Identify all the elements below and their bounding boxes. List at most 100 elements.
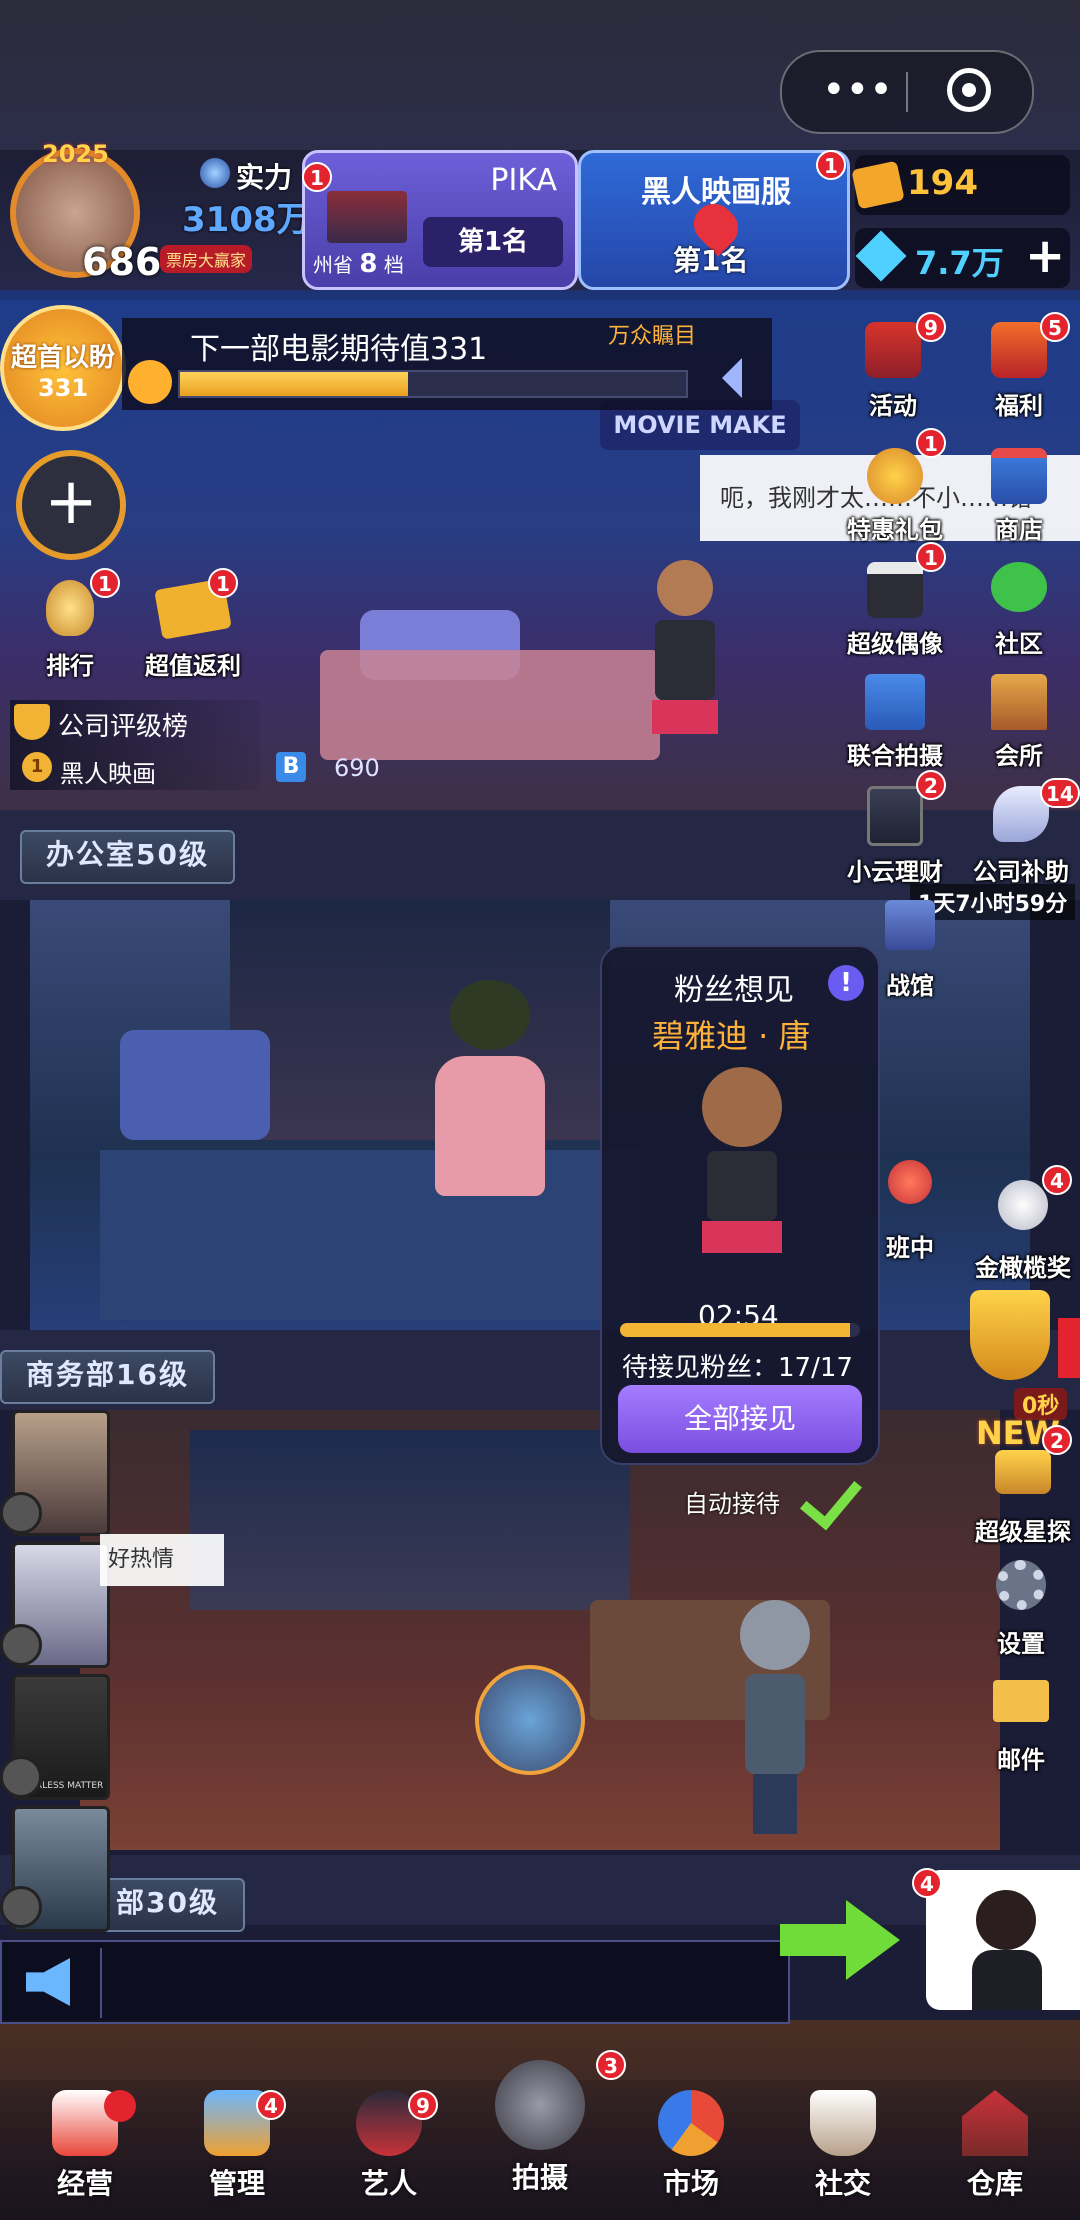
nav-shoot[interactable]: 拍摄 <box>485 2060 595 2220</box>
diamond-count: 7.7万 <box>915 244 1004 282</box>
ticket-count: 194 <box>907 163 978 203</box>
power-value: 3108万 <box>182 200 311 240</box>
fan-popup-title: 粉丝想见 <box>674 973 794 1008</box>
shop-button[interactable]: 商店 <box>976 448 1062 548</box>
miniapp-capsule[interactable]: ••• <box>780 50 1034 134</box>
office-level-label: 办公室50级 <box>20 830 235 884</box>
battle-hall-button[interactable]: 战馆 <box>870 900 950 1010</box>
super-idol-button[interactable]: 超级偶像 <box>840 562 950 662</box>
welfare-label: 福利 <box>995 392 1043 420</box>
super-idol-badge: 1 <box>916 542 946 572</box>
community-button[interactable]: 社区 <box>976 562 1062 662</box>
finance-label: 小云理财 <box>847 858 943 886</box>
welfare-badge: 5 <box>1040 312 1070 342</box>
golden-olive-label: 金橄榄奖 <box>975 1254 1071 1282</box>
nav-manage-label: 管理 <box>208 2167 265 2200</box>
add-diamond-button[interactable]: + <box>1025 228 1065 284</box>
city-skyline-icon <box>327 191 407 243</box>
tier-suffix: 档 <box>383 253 404 277</box>
expectation-circle[interactable]: 超首以盼 331 <box>0 305 126 431</box>
announcement-divider <box>100 1948 102 2018</box>
business-level-label: 商务部16级 <box>0 1350 215 1404</box>
secretary-portrait[interactable] <box>926 1870 1080 2010</box>
fan-info-icon[interactable]: ! <box>828 965 864 1001</box>
company-rank-panel[interactable]: 公司评级榜 1 黑人映画 <box>10 700 260 790</box>
close-miniapp-icon[interactable] <box>947 68 991 112</box>
rank-card-pika-rank: 第1名 <box>423 217 563 267</box>
battle-hall-label: 战馆 <box>886 972 934 1000</box>
rank-card-server[interactable]: 黑人映画服 第1名 <box>578 150 850 290</box>
diamond-currency[interactable]: 7.7万 + <box>855 228 1070 288</box>
film-board-icon <box>865 674 925 730</box>
finance-button[interactable]: 小云理财 <box>840 786 950 886</box>
club-label: 会所 <box>995 742 1043 770</box>
expectation-marker-icon <box>722 358 742 398</box>
expectation-fill <box>180 372 408 396</box>
shop-icon <box>991 448 1047 504</box>
studio-windows <box>190 1430 630 1610</box>
star-scout-badge: 2 <box>1042 1425 1072 1455</box>
fan-name: 碧雅迪 · 唐 <box>652 1017 811 1055</box>
safe-icon <box>867 786 923 846</box>
class-label: 班中 <box>886 1234 934 1262</box>
nav-artists-badge: 9 <box>408 2090 438 2120</box>
gold-trophy-icon <box>970 1290 1050 1380</box>
auto-receive-label: 自动接待 <box>684 1490 780 1518</box>
company-rank-first: 黑人映画 <box>60 760 156 788</box>
player-level: 686 <box>82 240 162 284</box>
trophy-icon <box>14 704 50 740</box>
subsidy-label: 公司补助 <box>973 858 1069 886</box>
golden-olive-button[interactable]: 金橄榄奖 <box>966 1180 1080 1282</box>
joint-shoot-button[interactable]: 联合拍摄 <box>840 674 950 774</box>
flower-bouquet-icon <box>888 1160 932 1204</box>
settings-button[interactable]: 设置 <box>976 1560 1066 1660</box>
super-idol-label: 超级偶像 <box>847 630 943 658</box>
nav-warehouse[interactable]: 仓库 <box>940 2090 1050 2210</box>
couple-characters[interactable] <box>420 980 560 1210</box>
class-button[interactable]: 班中 <box>870 1160 950 1270</box>
ticket-currency[interactable]: 194 <box>851 155 1070 215</box>
star-scout-label: 超级星探 <box>975 1518 1071 1546</box>
pie-chart-icon <box>658 2090 724 2156</box>
girl-character[interactable] <box>650 560 720 770</box>
diamond-icon <box>855 230 907 282</box>
rebate-badge: 1 <box>208 568 238 598</box>
battle-hall-icon <box>885 900 935 950</box>
nav-social[interactable]: 社交 <box>788 2090 898 2210</box>
region-tier: 州省 8 档 <box>313 249 404 279</box>
special-pack-label: 特惠礼包 <box>847 516 943 544</box>
golden-olive-badge: 4 <box>1042 1165 1072 1195</box>
film-reel-icon <box>0 1886 42 1928</box>
mail-button[interactable]: 邮件 <box>976 1676 1066 1776</box>
fan-portrait <box>682 1067 802 1267</box>
special-pack-badge: 1 <box>916 428 946 458</box>
power-label: 实力 <box>236 161 293 194</box>
gray-hair-character[interactable] <box>730 1600 820 1850</box>
rebate-button[interactable]: 超值返利 <box>128 578 258 690</box>
auto-receive-checkbox[interactable] <box>794 1465 863 1531</box>
rebate-label: 超值返利 <box>145 652 241 680</box>
film-reel-icon <box>0 1624 42 1666</box>
star-scout-icon <box>995 1450 1051 1494</box>
secretary-badge: 4 <box>912 1868 942 1898</box>
rank-card-pika[interactable]: PIKA 州省 8 档 第1名 <box>302 150 578 290</box>
power-orb-icon <box>200 158 230 188</box>
expectation-panel[interactable]: 下一部电影期待值331 万众瞩目 <box>122 318 772 410</box>
club-button[interactable]: 会所 <box>976 674 1062 774</box>
finance-badge: 2 <box>916 770 946 800</box>
add-button[interactable]: + <box>16 450 126 560</box>
more-menu-icon[interactable]: ••• <box>822 70 893 112</box>
gear-icon <box>996 1560 1046 1610</box>
nav-artists-label: 艺人 <box>360 2167 417 2200</box>
receive-all-button[interactable]: 全部接见 <box>618 1385 862 1453</box>
title-badge: 票房大赢家 <box>160 245 253 273</box>
mystery-box-icon[interactable] <box>475 1665 585 1775</box>
fan-timer-track <box>620 1323 860 1337</box>
announcement-bar[interactable] <box>0 1940 790 2024</box>
nav-market[interactable]: 市场 <box>636 2090 746 2210</box>
star-scout-button[interactable]: 超级星探 <box>966 1450 1080 1550</box>
special-pack-button[interactable]: 特惠礼包 <box>840 448 950 548</box>
fan-visit-popup[interactable]: 粉丝想见 ! 碧雅迪 · 唐 02:54 待接见粉丝：17/17 全部接见 <box>600 945 880 1465</box>
rank-card-server-rank: 第1名 <box>673 244 749 277</box>
medal-icon <box>46 580 94 636</box>
